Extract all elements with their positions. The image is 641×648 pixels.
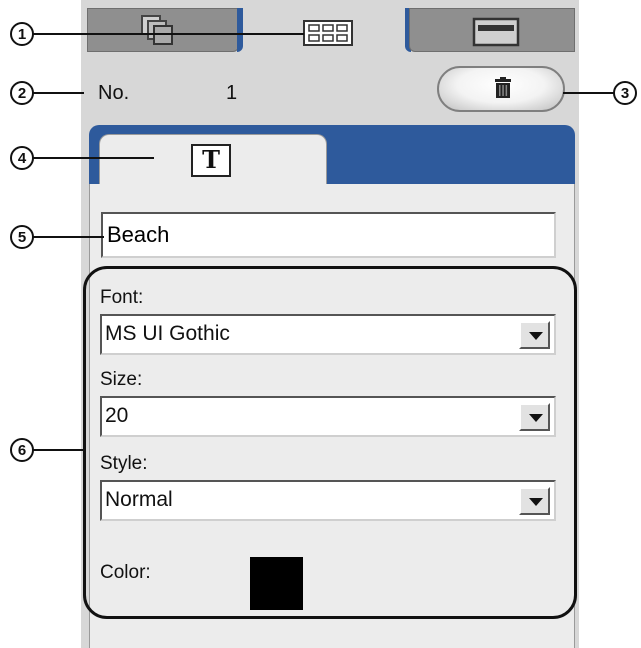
size-select-value: 20	[105, 404, 129, 427]
record-number-label: No.	[98, 82, 130, 104]
grid-icon	[303, 20, 353, 46]
font-label: Font:	[100, 287, 144, 308]
style-select-value: Normal	[105, 488, 173, 511]
callout-line-5	[32, 236, 104, 238]
font-select[interactable]: MS UI Gothic	[100, 314, 556, 355]
chevron-down-icon	[529, 498, 543, 506]
callout-4: 4	[10, 146, 34, 170]
callout-2: 2	[10, 81, 34, 105]
callout-line-3	[563, 92, 617, 94]
font-dropdown-button[interactable]	[519, 321, 550, 349]
chevron-down-icon	[529, 332, 543, 340]
delete-button[interactable]	[437, 66, 565, 112]
style-dropdown-button[interactable]	[519, 487, 550, 515]
callout-line-2	[32, 92, 84, 94]
trash-icon	[495, 77, 511, 98]
size-dropdown-button[interactable]	[519, 403, 550, 431]
style-label: Style:	[100, 453, 148, 474]
text-icon: T	[191, 144, 231, 177]
chevron-down-icon	[529, 414, 543, 422]
callout-line-4	[32, 157, 154, 159]
callout-line-6	[32, 449, 86, 451]
size-select[interactable]: 20	[100, 396, 556, 437]
pages-icon	[141, 15, 173, 45]
window-icon	[472, 17, 520, 47]
color-label: Color:	[100, 562, 151, 583]
callout-6: 6	[10, 438, 34, 462]
size-label: Size:	[100, 369, 143, 390]
callout-line-1	[32, 33, 304, 35]
text-icon-glyph: T	[202, 145, 220, 174]
callout-1: 1	[10, 22, 34, 46]
style-select[interactable]: Normal	[100, 480, 556, 521]
callout-5: 5	[10, 225, 34, 249]
callout-3: 3	[613, 81, 637, 105]
text-content-input[interactable]	[101, 212, 556, 258]
color-swatch[interactable]	[250, 557, 303, 610]
record-number-value: 1	[226, 82, 238, 104]
font-select-value: MS UI Gothic	[105, 322, 230, 345]
